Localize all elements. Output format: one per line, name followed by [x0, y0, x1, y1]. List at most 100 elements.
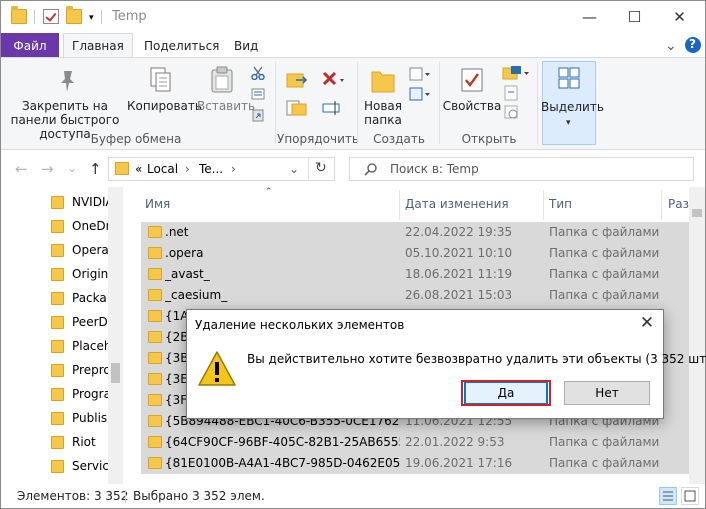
refresh-button[interactable]: ↻	[315, 160, 327, 176]
paste-shortcut-icon[interactable]	[251, 108, 265, 125]
no-button[interactable]: Нет	[564, 381, 650, 405]
breadcrumb-overflow[interactable]: «	[135, 162, 142, 176]
open-group-label: Открыть	[461, 132, 517, 146]
nav-item-label: Publis	[72, 411, 108, 425]
paste-icon[interactable]	[209, 66, 235, 97]
warning-icon	[197, 350, 237, 388]
folder-icon	[115, 162, 129, 175]
file-row[interactable]: {64CF90CF-96BF-405C-82B1-25AB655500... 22…	[141, 432, 689, 453]
file-row[interactable]: _caesium_ 26.08.2021 15:03 Папка с файлами	[141, 285, 689, 306]
breadcrumb-local[interactable]: Local	[147, 162, 178, 176]
help-icon[interactable]: ?	[685, 37, 701, 53]
file-row[interactable]: .opera 05.10.2021 10:10 Папка с файлами	[141, 243, 689, 264]
file-date: 22.01.2022 9:53	[405, 435, 505, 449]
ribbon-expand-icon[interactable]: ⌄	[665, 33, 677, 58]
tab-file[interactable]: Файл	[1, 33, 59, 58]
close-window-button[interactable]: ✕	[657, 1, 702, 33]
folder-icon	[148, 331, 162, 343]
chevron-down-icon: ▾	[566, 118, 571, 128]
select-button[interactable]: Выделить ▾	[541, 61, 604, 145]
rename-icon[interactable]	[321, 98, 345, 121]
details-view-button[interactable]	[659, 487, 677, 505]
scroll-thumb[interactable]	[111, 363, 120, 383]
select-icon	[558, 67, 580, 92]
open-icon[interactable]	[501, 64, 531, 127]
properties-button[interactable]: Свойства	[441, 99, 503, 113]
dialog-close-button[interactable]: ✕	[637, 313, 657, 333]
recent-locations-button[interactable]: ⌄	[67, 161, 77, 175]
file-date: 19.06.2021 17:16	[405, 456, 513, 470]
folder-icon	[51, 435, 64, 449]
cut-icon[interactable]	[251, 66, 265, 83]
properties-icon[interactable]	[459, 66, 485, 97]
new-folder-button[interactable]: Новая папка	[359, 99, 407, 127]
large-icons-view-button[interactable]	[681, 487, 699, 505]
file-name: {81E0100B-A4A1-4BC7-985D-0462E052D7...	[165, 456, 400, 470]
copy-to-icon[interactable]	[286, 98, 310, 121]
file-list-scrollbar[interactable]	[689, 187, 705, 484]
minimize-button[interactable]: —	[567, 1, 612, 33]
copy-path-icon[interactable]	[251, 88, 265, 103]
properties-quick-icon[interactable]	[43, 9, 59, 24]
breadcrumb-temp[interactable]: Te...	[199, 162, 223, 176]
new-folder-quick-icon[interactable]	[66, 6, 82, 24]
copy-button[interactable]: Копировать	[127, 99, 202, 113]
column-header-date[interactable]: Дата изменения	[405, 197, 509, 211]
divider	[543, 190, 544, 220]
scroll-thumb[interactable]	[692, 209, 702, 217]
folder-icon	[148, 310, 162, 322]
divider	[308, 158, 309, 180]
divider	[399, 190, 400, 220]
divider	[357, 62, 358, 144]
file-date: 26.08.2021 15:03	[405, 288, 513, 302]
move-to-icon[interactable]	[286, 70, 310, 93]
tab-view[interactable]: Вид	[234, 33, 258, 58]
dialog-body: Вы действительно хотите безвозвратно уда…	[187, 340, 706, 418]
column-header-name[interactable]: Имя	[145, 197, 170, 211]
divider	[537, 62, 538, 144]
folder-icon	[51, 291, 64, 305]
forward-button[interactable]: →	[41, 160, 54, 178]
search-input[interactable]: Поиск в: Temp	[349, 157, 694, 181]
folder-icon	[51, 387, 64, 401]
ribbon: Закрепить на панели быстрого доступа Коп…	[1, 57, 705, 150]
nav-scrollbar[interactable]	[108, 187, 123, 484]
address-dropdown-button[interactable]: ⌄	[289, 162, 299, 176]
file-type: Папка с файлами	[549, 246, 660, 260]
tab-home[interactable]: Главная	[63, 33, 133, 58]
maximize-button[interactable]: ☐	[612, 1, 657, 33]
file-date: 18.06.2021 11:19	[405, 267, 513, 281]
folder-icon	[148, 373, 162, 385]
dialog-message: Вы действительно хотите безвозвратно уда…	[247, 352, 706, 366]
delete-confirmation-dialog: Удаление нескольких элементов ✕ Вы дейст…	[186, 309, 706, 419]
new-folder-icon[interactable]	[370, 66, 396, 97]
divider	[439, 62, 440, 144]
folder-icon	[51, 411, 64, 425]
breadcrumb-separator[interactable]: ›	[185, 162, 190, 176]
folder-icon	[148, 415, 162, 427]
file-type: Папка с файлами	[549, 267, 660, 281]
delete-icon[interactable]	[321, 70, 345, 93]
folder-icon	[148, 226, 162, 238]
up-button[interactable]: ↑	[89, 160, 102, 178]
breadcrumb-separator[interactable]: ›	[231, 162, 236, 176]
folder-icon	[11, 6, 27, 24]
pin-icon[interactable]	[55, 68, 81, 97]
column-header-size[interactable]: Раз	[668, 197, 689, 211]
file-name: _caesium_	[165, 288, 228, 302]
back-button[interactable]: ←	[15, 160, 28, 178]
divider	[125, 490, 126, 503]
folder-icon	[51, 219, 64, 233]
address-bar[interactable]: « Local › Te... › ⌄ ↻	[108, 157, 335, 181]
file-row[interactable]: .net 22.04.2022 19:35 Папка с файлами	[141, 222, 689, 243]
column-header-type[interactable]: Тип	[549, 197, 572, 211]
copy-icon[interactable]	[148, 66, 174, 97]
quick-access-dropdown[interactable]: ▾	[89, 13, 94, 23]
file-row[interactable]: _avast_ 18.06.2021 11:19 Папка с файлами	[141, 264, 689, 285]
file-row[interactable]: {81E0100B-A4A1-4BC7-985D-0462E052D7... 19…	[141, 453, 689, 474]
paste-button[interactable]: Вставить	[197, 99, 255, 113]
new-item-icon[interactable]	[408, 66, 432, 117]
file-name: {64CF90CF-96BF-405C-82B1-25AB655500...	[165, 435, 400, 449]
nav-item-label: OneDr	[72, 219, 111, 233]
tab-share[interactable]: Поделиться	[144, 33, 219, 58]
